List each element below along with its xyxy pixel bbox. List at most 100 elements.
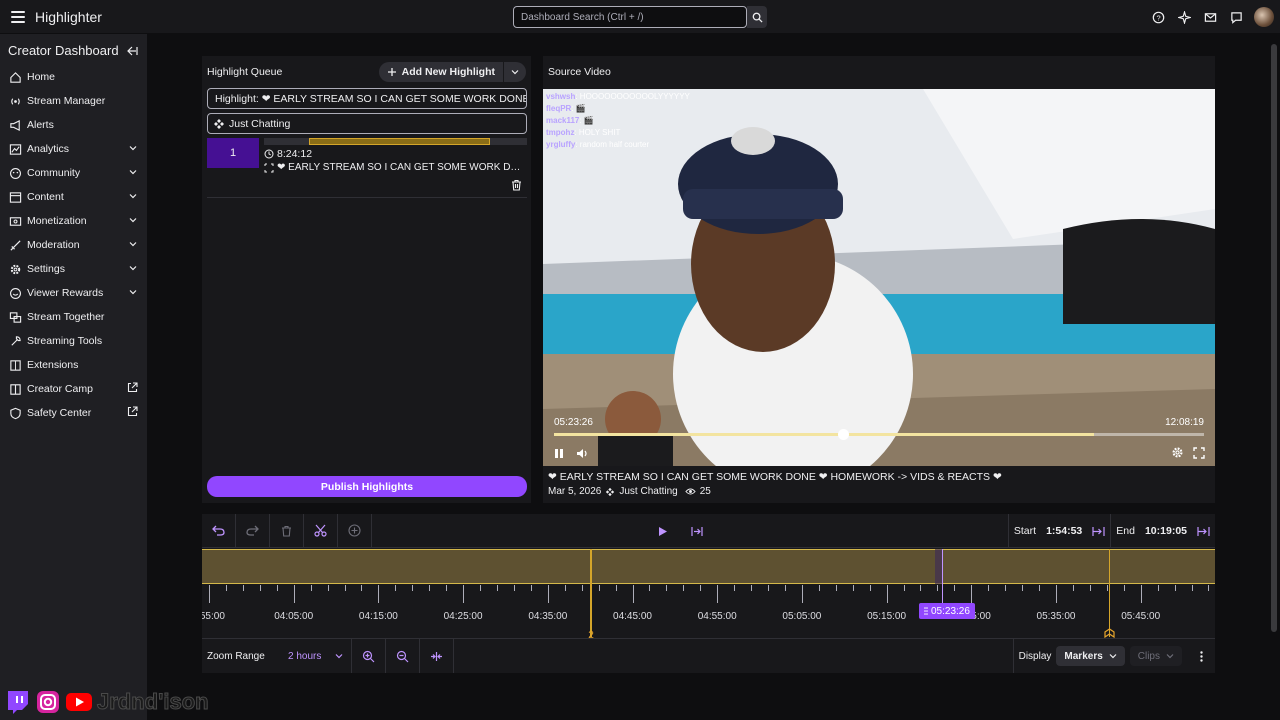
sidebar-item-extensions[interactable]: Extensions (0, 353, 147, 377)
zoom-in-button[interactable] (352, 639, 386, 673)
sidebar-item-moderation[interactable]: Moderation (0, 233, 147, 257)
display-label: Display (1018, 650, 1052, 662)
add-new-highlight-button[interactable]: Add New Highlight (379, 62, 504, 82)
highlight-range-bar (264, 138, 527, 145)
search-input[interactable] (513, 6, 747, 28)
timeline-tick (903, 585, 905, 591)
sparkle-icon[interactable] (1176, 9, 1193, 26)
marker-line[interactable] (590, 549, 592, 637)
zoom-out-button[interactable] (386, 639, 420, 673)
fit-range-button[interactable] (420, 639, 454, 673)
chat-text: : HOOOOOOOOOOOLYYYYYY (575, 92, 690, 101)
chevron-down-icon[interactable] (128, 263, 138, 276)
timeline-tick-label: 05:05:00 (782, 611, 822, 622)
delete-button[interactable] (270, 513, 304, 548)
gear-icon[interactable] (1171, 446, 1184, 459)
volume-icon[interactable] (576, 448, 589, 459)
playhead-line[interactable] (942, 549, 943, 609)
sidebar-item-stream-together[interactable]: Stream Together (0, 305, 147, 329)
chevron-down-icon[interactable] (128, 287, 138, 300)
set-end-icon[interactable] (1197, 526, 1210, 537)
timeline-tick-label: 04:35:00 (528, 611, 568, 622)
sidebar-item-analytics[interactable]: Analytics (0, 137, 147, 161)
sidebar-item-stream-manager[interactable]: Stream Manager (0, 89, 147, 113)
search-button[interactable] (747, 6, 767, 28)
timeline-tick (225, 585, 227, 591)
sidebar-item-content[interactable]: Content (0, 185, 147, 209)
timeline-tick-label: 04:25:00 (443, 611, 483, 622)
timeline-tick (988, 585, 990, 591)
help-icon[interactable]: ? (1150, 9, 1167, 26)
sidebar-item-safety-center[interactable]: Safety Center (0, 401, 147, 425)
chevron-down-icon[interactable] (128, 143, 138, 156)
redo-button[interactable] (236, 513, 270, 548)
zoom-range-value: 2 hours (288, 650, 322, 662)
end-value[interactable]: 10:19:05 (1145, 525, 1187, 537)
video-scrubber[interactable] (554, 429, 1204, 440)
playhead-tag[interactable]: 05:23:26 (919, 603, 975, 619)
sidebar-item-settings[interactable]: Settings (0, 257, 147, 281)
chevron-down-icon[interactable] (128, 239, 138, 252)
trash-icon[interactable] (511, 179, 522, 191)
chevron-down-icon[interactable] (128, 191, 138, 204)
sidebar-item-streaming-tools[interactable]: Streaming Tools (0, 329, 147, 353)
highlight-icon (264, 163, 274, 172)
scissors-icon (314, 524, 327, 537)
chevron-down-icon[interactable] (128, 167, 138, 180)
markers-toggle[interactable]: Markers (1056, 646, 1125, 666)
highlight-title-field[interactable]: Highlight: ❤ EARLY STREAM SO I CAN GET S… (207, 88, 527, 109)
sidebar-item-viewer-rewards[interactable]: Viewer Rewards (0, 281, 147, 305)
sidebar-item-creator-camp[interactable]: Creator Camp (0, 377, 147, 401)
start-value[interactable]: 1:54:53 (1046, 525, 1082, 537)
mail-icon[interactable] (1202, 9, 1219, 26)
pause-icon[interactable] (554, 448, 564, 459)
video-player[interactable]: vshwsh: HOOOOOOOOOOOLYYYYYY fleqPR: 🎬 mack… (543, 89, 1215, 466)
collapse-icon[interactable] (126, 45, 138, 57)
timeline-tick (1106, 585, 1108, 591)
sidebar-item-home[interactable]: Home (0, 65, 147, 89)
set-start-icon[interactable] (1092, 526, 1105, 537)
timeline-track[interactable]: :55:00 04:05:00 04:15:00 04:25:00 04:35:00 04… (202, 549, 1215, 638)
category-field[interactable]: Just Chatting (207, 113, 527, 134)
add-highlight-button-group: Add New Highlight (378, 62, 526, 82)
plus-circle-icon (348, 524, 361, 537)
timeline-tick (412, 585, 414, 591)
timeline-tick (937, 585, 939, 591)
sidebar-item-label: Streaming Tools (27, 335, 103, 347)
add-highlight-dropdown[interactable] (504, 62, 526, 82)
more-options-button[interactable] (1187, 639, 1215, 673)
timeline-tick-label: 05:15:00 (867, 611, 907, 622)
end-marker-line[interactable] (1109, 549, 1110, 637)
highlight-range-band[interactable] (202, 549, 1215, 584)
whispers-icon[interactable] (1228, 9, 1245, 26)
timeline-tick (615, 585, 617, 591)
queue-item[interactable]: 1 8:24:12 ❤ EARLY STREAM SO I CAN GET SO… (207, 138, 527, 198)
sidebar-item-label: Stream Manager (27, 95, 106, 107)
end-marker-icon[interactable] (1104, 628, 1115, 638)
sidebar-item-alerts[interactable]: Alerts (0, 113, 147, 137)
page-scrollbar[interactable] (1271, 44, 1277, 632)
sidebar-item-community[interactable]: Community (0, 161, 147, 185)
sidebar-item-monetization[interactable]: Monetization (0, 209, 147, 233)
marker-number: 2 (588, 630, 594, 638)
chat-username: mack117 (546, 116, 580, 125)
play-button[interactable] (646, 514, 680, 548)
jump-to-end-button[interactable] (680, 514, 714, 548)
undo-icon (212, 525, 225, 536)
undo-button[interactable] (202, 513, 236, 548)
chat-message: fleqPR: 🎬 (546, 103, 690, 115)
add-clip-button[interactable] (338, 513, 372, 548)
fullscreen-icon[interactable] (1193, 446, 1205, 459)
menu-icon[interactable] (5, 5, 31, 29)
clips-toggle[interactable]: Clips (1129, 646, 1182, 666)
chat-text: : HOLY SHIT (574, 128, 621, 137)
timeline-tick (920, 585, 922, 591)
timeline-tick (310, 585, 312, 591)
zoom-range-label: Zoom Range (207, 650, 265, 662)
chevron-down-icon[interactable] (128, 215, 138, 228)
zoom-range-select[interactable]: 2 hours (280, 639, 352, 673)
cut-button[interactable] (304, 513, 338, 548)
avatar[interactable] (1254, 7, 1274, 27)
publish-highlights-button[interactable]: Publish Highlights (207, 476, 527, 497)
tools-icon (9, 335, 22, 348)
